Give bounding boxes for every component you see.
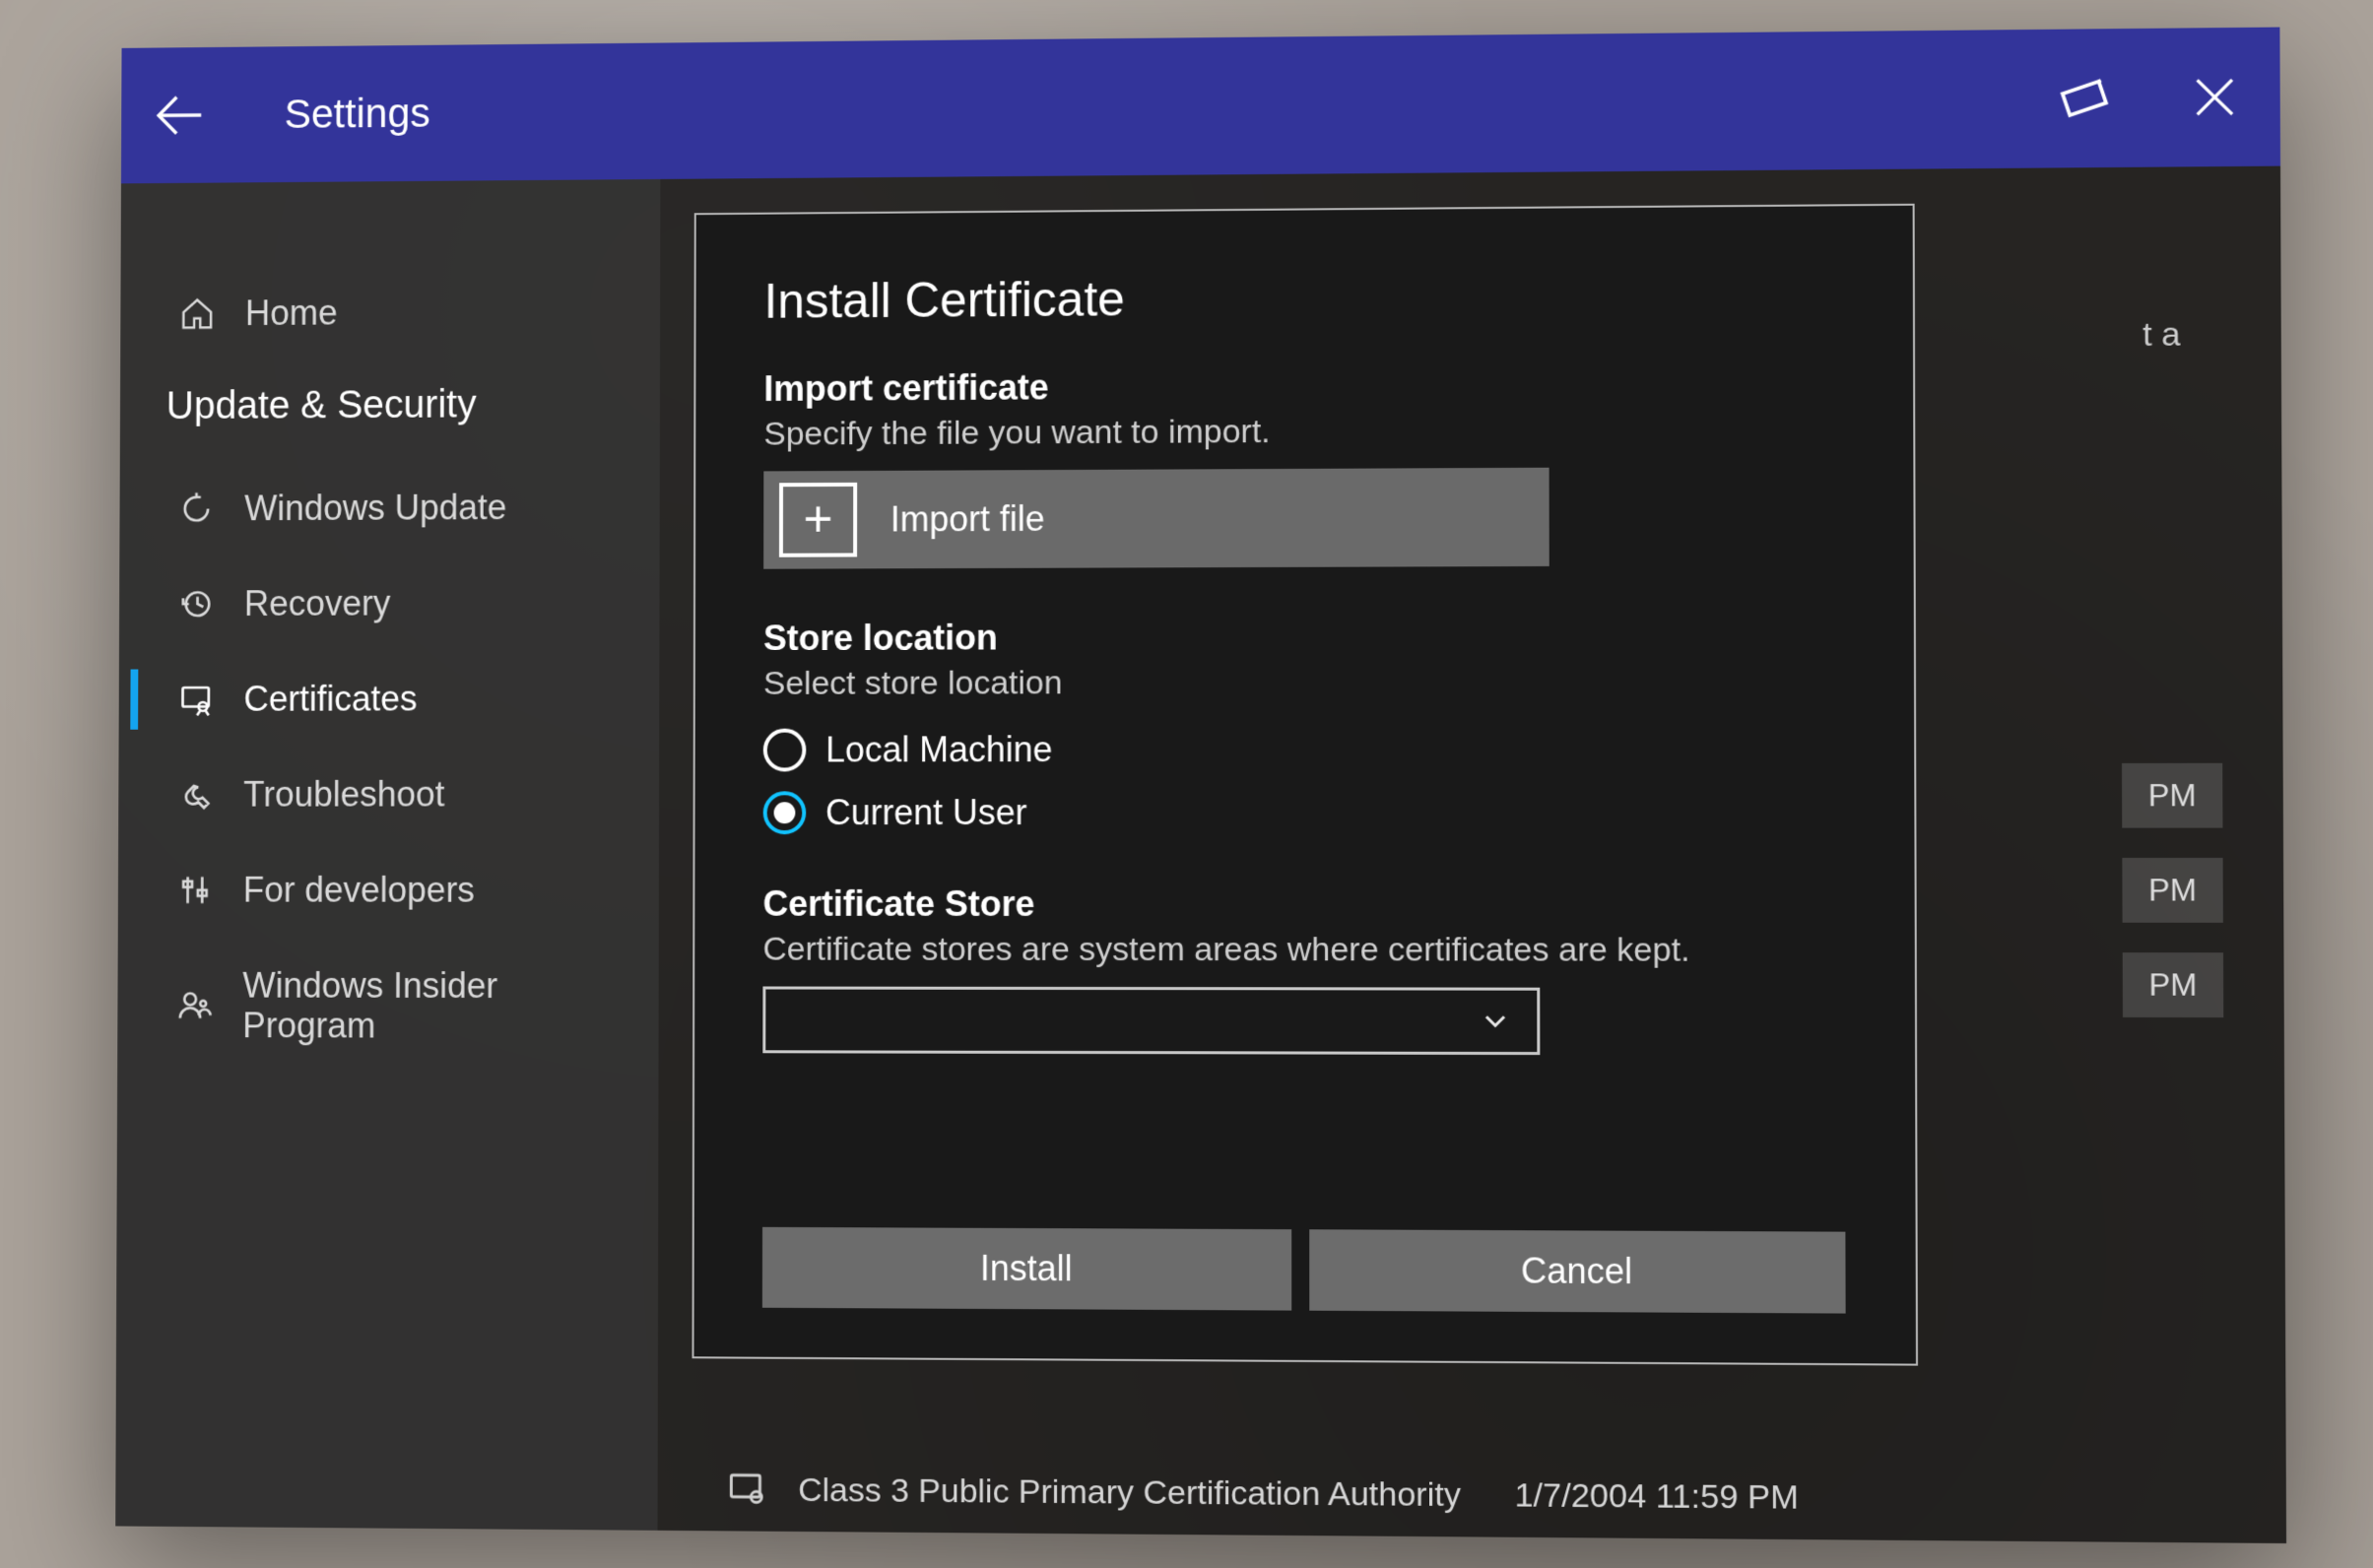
sidebar-item-windows-update[interactable]: Windows Update: [119, 463, 659, 553]
import-section-subtitle: Specify the file you want to import.: [763, 410, 1843, 453]
radio-icon: [762, 791, 806, 834]
cancel-button-label: Cancel: [1520, 1250, 1631, 1292]
cert-store-subtitle: Certificate stores are system areas wher…: [762, 931, 1844, 970]
settings-window: Settings Home: [115, 28, 2286, 1543]
store-location-title: Store location: [762, 615, 1843, 659]
import-file-button[interactable]: + Import file: [763, 468, 1549, 569]
resize-window-icon[interactable]: [2049, 63, 2119, 133]
person-icon: [174, 986, 213, 1025]
background-cert-name: Class 3 Public Primary Certification Aut…: [798, 1470, 1461, 1514]
background-row: PM: [2122, 763, 2222, 828]
history-icon: [176, 584, 215, 623]
radio-label: Current User: [825, 792, 1027, 833]
content-area: t a PM PM PM Class 3 Public Primary Cert…: [657, 166, 2286, 1543]
window-title: Settings: [284, 90, 429, 138]
sidebar: Home Update & Security Windows Update: [115, 179, 660, 1531]
install-button[interactable]: Install: [761, 1227, 1290, 1311]
back-button[interactable]: [150, 86, 208, 144]
sidebar-item-recovery[interactable]: Recovery: [118, 558, 659, 648]
background-row: PM: [2122, 952, 2223, 1017]
sidebar-item-label: Recovery: [243, 583, 390, 624]
install-button-label: Install: [979, 1248, 1072, 1290]
sidebar-item-label: Troubleshoot: [243, 774, 445, 816]
install-certificate-dialog: Install Certificate Import certificate S…: [692, 204, 1918, 1366]
sidebar-item-label: Windows Update: [244, 487, 506, 529]
sidebar-item-label: For developers: [242, 870, 474, 911]
home-icon: [177, 294, 216, 334]
import-file-label: Import file: [890, 498, 1044, 540]
certificate-store-dropdown[interactable]: [762, 986, 1540, 1055]
background-row: PM: [2122, 858, 2223, 923]
close-icon[interactable]: [2179, 62, 2250, 132]
sidebar-item-windows-insider[interactable]: Windows Insider Program: [117, 942, 659, 1071]
certificate-icon: [176, 680, 215, 719]
sidebar-item-troubleshoot[interactable]: Troubleshoot: [118, 751, 659, 839]
titlebar-left: Settings: [150, 84, 430, 145]
radio-local-machine[interactable]: Local Machine: [762, 727, 1843, 771]
cancel-button[interactable]: Cancel: [1309, 1229, 1845, 1313]
titlebar: Settings: [120, 28, 2279, 184]
background-bottom-row: Class 3 Public Primary Certification Aut…: [725, 1468, 1798, 1519]
sidebar-item-certificates[interactable]: Certificates: [118, 654, 659, 743]
tools-icon: [175, 871, 214, 910]
radio-label: Local Machine: [825, 729, 1052, 770]
sidebar-item-home[interactable]: Home: [120, 267, 660, 358]
sidebar-item-label: Certificates: [243, 679, 417, 720]
chevron-down-icon: [1477, 1004, 1512, 1039]
radio-current-user[interactable]: Current User: [762, 790, 1844, 834]
background-cert-time: 1/7/2004 11:59 PM: [1514, 1476, 1798, 1518]
import-section-title: Import certificate: [763, 362, 1843, 410]
certificate-row-icon: [725, 1468, 768, 1511]
background-rows: PM PM PM: [2122, 763, 2223, 1017]
wrench-icon: [175, 775, 214, 815]
sidebar-section-header: Update & Security: [119, 362, 659, 458]
sidebar-item-for-developers[interactable]: For developers: [117, 846, 658, 934]
background-partial-text: t a: [2142, 315, 2180, 355]
sidebar-item-label: Windows Insider Program: [242, 965, 624, 1047]
store-location-subtitle: Select store location: [762, 663, 1843, 703]
window-body: Home Update & Security Windows Update: [115, 166, 2286, 1543]
sidebar-item-label: Home: [244, 293, 337, 334]
dialog-actions: Install Cancel: [761, 1227, 1845, 1314]
radio-icon: [762, 729, 806, 772]
sync-icon: [176, 490, 215, 529]
cert-store-title: Certificate Store: [762, 883, 1844, 926]
plus-icon: +: [778, 483, 856, 557]
dropdown-value: [789, 1019, 1478, 1020]
dialog-title: Install Certificate: [763, 265, 1842, 329]
store-location-radio-group: Local Machine Current User: [762, 727, 1844, 834]
